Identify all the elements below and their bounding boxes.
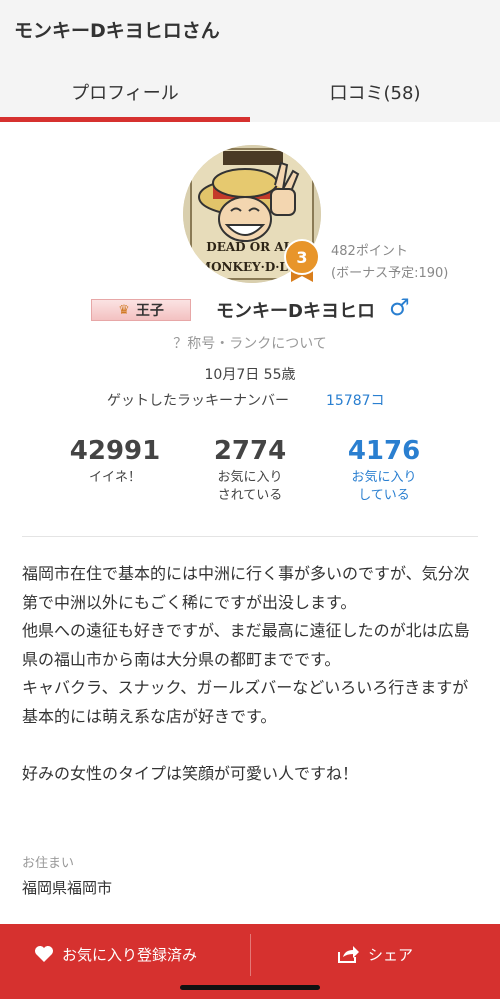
heart-icon bbox=[35, 946, 53, 962]
tab-reviews[interactable]: 口コミ(58) bbox=[250, 62, 500, 122]
active-tab-indicator bbox=[0, 117, 250, 122]
rank-number: 3 bbox=[296, 248, 307, 267]
share-button[interactable]: シェア bbox=[336, 924, 413, 984]
favorite-button[interactable]: お気に入り登録済み bbox=[34, 924, 197, 984]
bonus-value: (ボーナス予定:190) bbox=[331, 266, 449, 281]
share-button-label: シェア bbox=[368, 945, 414, 964]
stat-favoriting-label-2: している bbox=[358, 488, 410, 503]
username: モンキーDキヨヒロ bbox=[216, 301, 375, 322]
lucky-number-label: ゲットしたラッキーナンバー bbox=[107, 393, 289, 409]
points-info: 482ポイント (ボーナス予定:190) bbox=[331, 241, 448, 285]
title-badge: ♛ 王子 bbox=[91, 299, 191, 321]
birthday-age: 10月7日 55歳 bbox=[204, 367, 296, 383]
male-icon: ♂ bbox=[389, 295, 410, 321]
stat-favorited-by-value: 2774 bbox=[213, 436, 287, 466]
residence-value: 福岡県福岡市 bbox=[22, 879, 113, 897]
stat-likes: 42991 イイネ！ bbox=[45, 435, 185, 487]
residence-label: お住まい bbox=[22, 856, 75, 871]
rank-info-link[interactable]: ？称号・ランクについて bbox=[0, 333, 500, 353]
favorite-button-label: お気に入り登録済み bbox=[62, 945, 198, 964]
tab-profile[interactable]: プロフィール bbox=[0, 62, 250, 122]
crown-icon: ♛ bbox=[118, 302, 130, 318]
stat-favoriting[interactable]: 4176 お気に入り している bbox=[314, 435, 454, 505]
page-title: モンキーDキヨヒロさん bbox=[14, 20, 220, 42]
points-value: 482ポイント bbox=[331, 244, 408, 259]
stat-favoriting-label-1: お気に入り bbox=[351, 470, 417, 485]
rank-badge-icon: 3 bbox=[283, 238, 321, 282]
stat-favorited-by[interactable]: 2774 お気に入り されている bbox=[180, 435, 320, 505]
footer-separator bbox=[250, 934, 251, 976]
divider bbox=[22, 536, 478, 537]
lucky-number-value[interactable]: 15787コ bbox=[326, 390, 385, 410]
stat-likes-label: イイネ！ bbox=[88, 470, 141, 485]
stat-favorited-by-label-1: お気に入り bbox=[217, 470, 283, 485]
stat-favorited-by-label-2: されている bbox=[217, 488, 283, 503]
share-icon bbox=[338, 946, 359, 963]
stat-likes-value: 42991 bbox=[69, 436, 161, 466]
title-badge-label: 王子 bbox=[135, 303, 164, 319]
stat-favoriting-value: 4176 bbox=[347, 436, 421, 466]
header: モンキーDキヨヒロさん プロフィール 口コミ(58) bbox=[0, 0, 500, 122]
home-indicator bbox=[180, 985, 320, 990]
self-introduction: 福岡市在住で基本的には中洲に行く事が多いのですが、気分次第で中洲以外にもごく稀に… bbox=[22, 564, 470, 783]
footer-bar: お気に入り登録済み シェア bbox=[0, 924, 500, 999]
